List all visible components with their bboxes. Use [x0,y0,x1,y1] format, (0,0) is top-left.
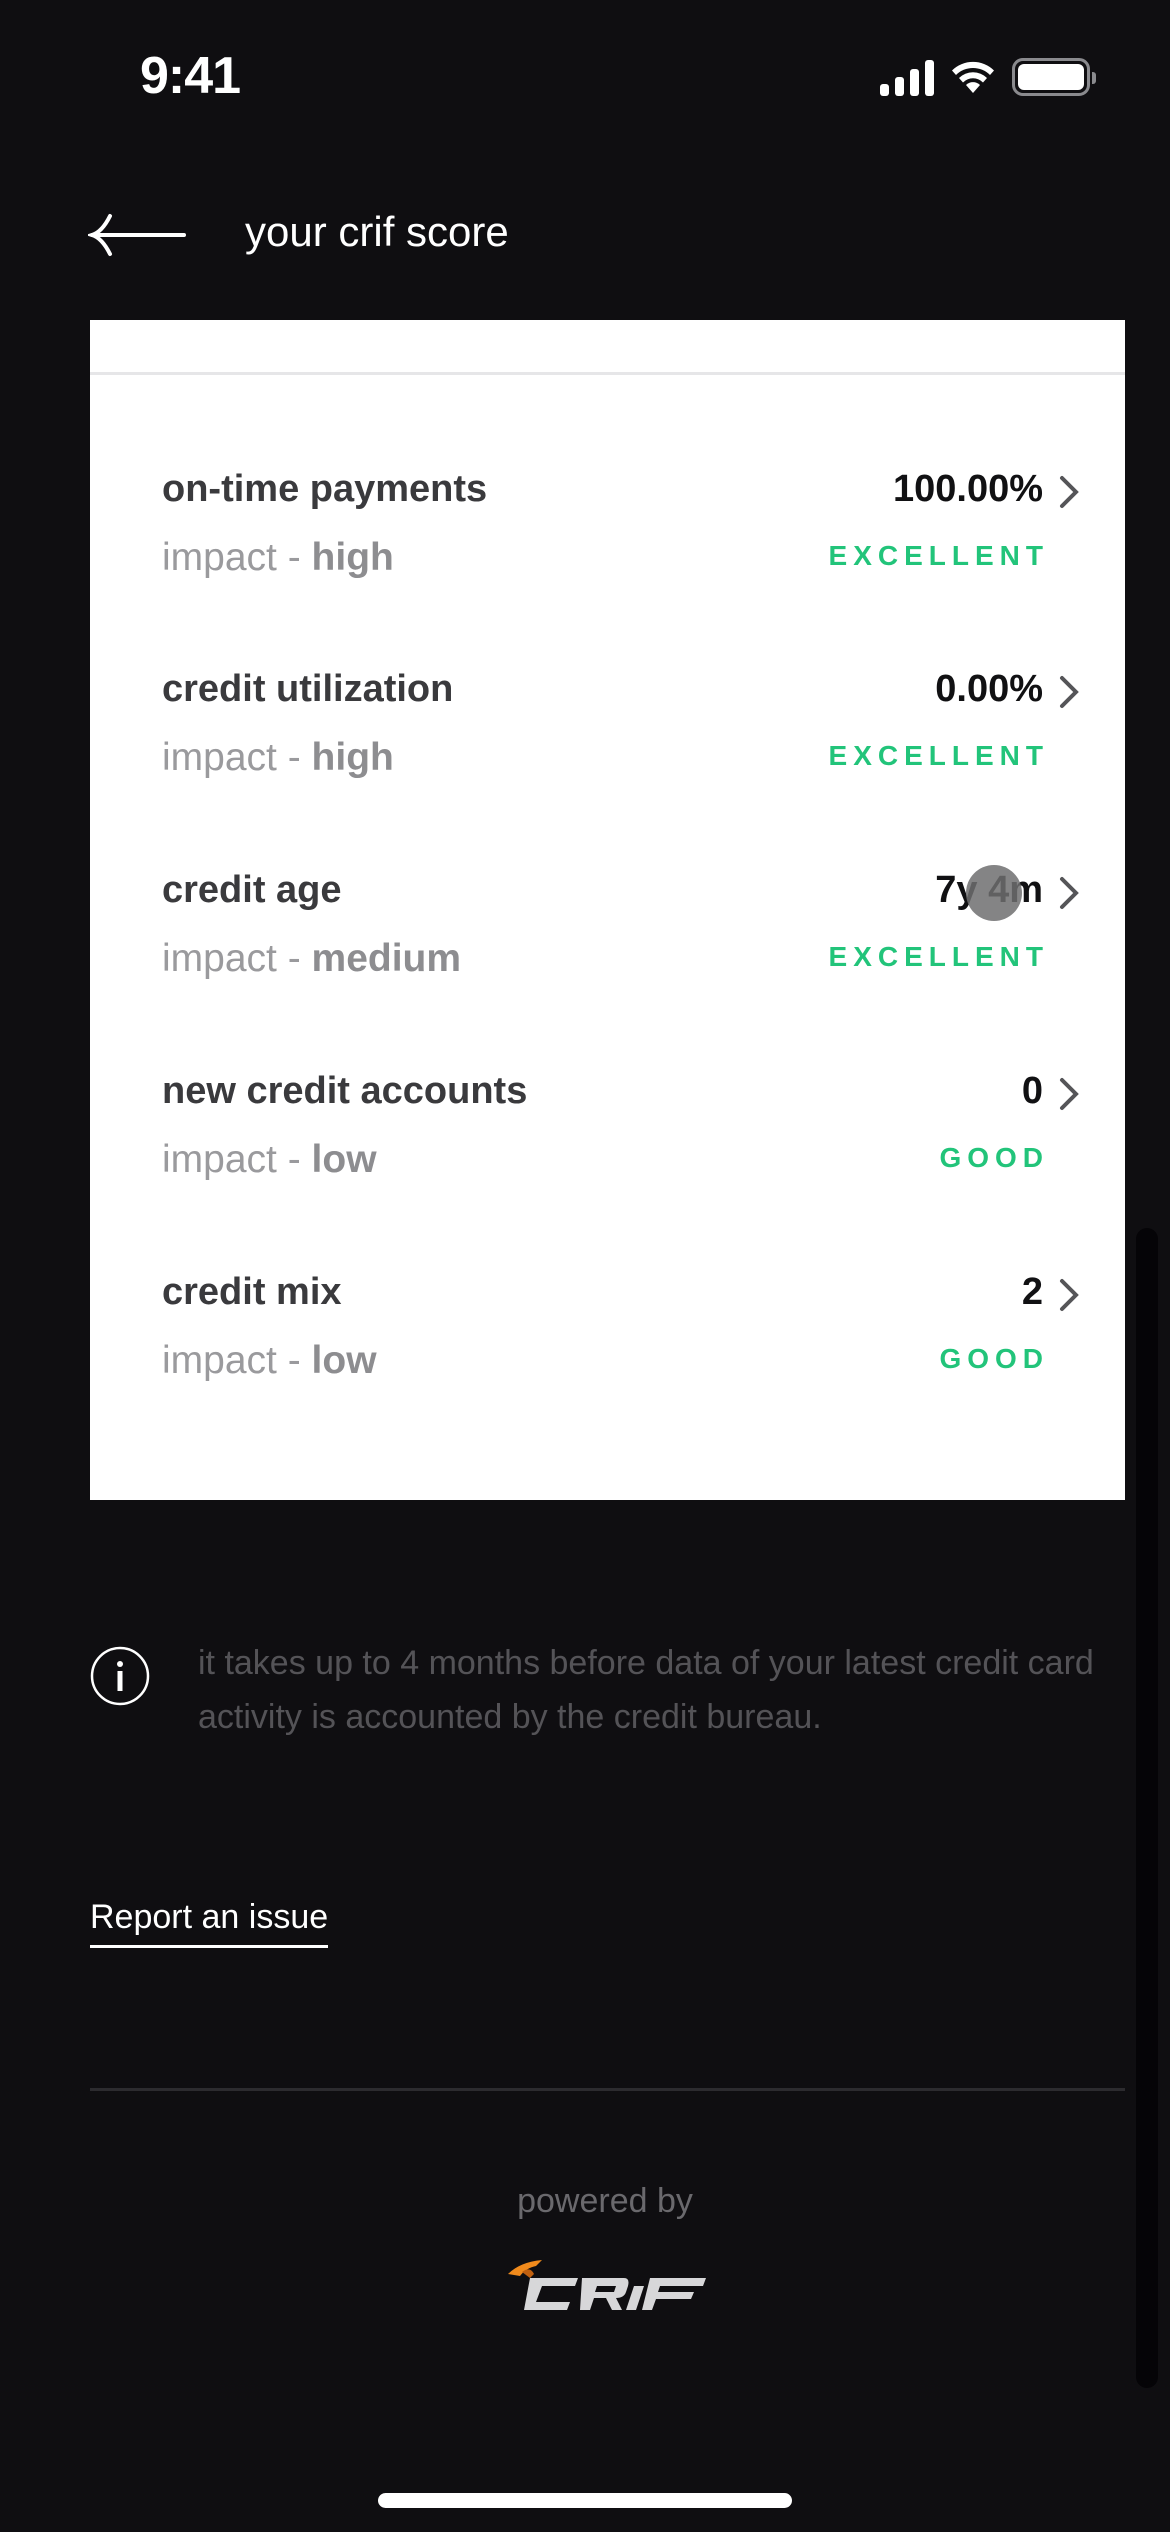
factor-impact: impact - medium [162,937,462,980]
card-divider [90,372,1125,375]
wifi-icon [952,61,994,93]
impact-level: medium [311,937,462,980]
report-issue-link[interactable]: Report an issue [90,1898,329,1948]
impact-level: high [311,536,394,579]
rating-badge: EXCELLENT [828,740,1049,771]
chevron-right-icon [1060,1078,1079,1110]
factor-row-credit-mix[interactable]: credit mix impact - low 2 GOOD [90,1271,1125,1411]
factor-name: credit utilization [162,668,454,710]
factor-value: 0.00% [935,668,1043,710]
rating-badge: EXCELLENT [828,540,1049,571]
cellular-signal-icon [880,58,934,96]
touch-indicator [966,865,1022,921]
factor-name: credit age [162,869,342,911]
factor-value: 0 [1021,1070,1043,1112]
factor-impact: impact - low [162,1339,377,1382]
status-bar: 9:41 [0,0,1170,150]
info-icon [90,1646,150,1706]
factor-row-new-credit-accounts[interactable]: new credit accounts impact - low 0 GOOD [90,1070,1125,1210]
factor-row-credit-utilization[interactable]: credit utilization impact - high 0.00% E… [90,668,1125,808]
info-note: it takes up to 4 months before data of y… [198,1644,1094,1736]
score-factors-card: on-time payments impact - high 100.00% E… [90,320,1125,1500]
back-button[interactable] [85,210,188,260]
battery-icon [1012,58,1096,96]
factor-value: 2 [1021,1271,1043,1313]
impact-level: high [311,736,394,779]
scrollbar[interactable] [1136,1228,1158,2388]
footer-divider [90,2088,1125,2091]
rating-badge: EXCELLENT [828,941,1049,972]
rating-badge: GOOD [939,1343,1049,1374]
chevron-right-icon [1060,676,1079,708]
chevron-right-icon [1060,476,1079,508]
impact-level: low [311,1339,377,1382]
status-icons [880,58,1096,96]
factor-row-on-time-payments[interactable]: on-time payments impact - high 100.00% E… [90,468,1125,608]
chevron-right-icon [1060,877,1079,909]
factor-name: credit mix [162,1271,342,1313]
chevron-right-icon [1060,1279,1079,1311]
page-title: your crif score [245,208,509,255]
crif-logo [508,2260,706,2310]
factor-impact: impact - high [162,736,394,779]
rating-badge: GOOD [939,1142,1049,1173]
arrow-left-icon [85,214,186,256]
home-indicator[interactable] [378,2493,792,2508]
factor-name: on-time payments [162,468,488,510]
factor-name: new credit accounts [162,1070,528,1112]
nav-bar: your crif score [0,190,1170,280]
factor-value: 100.00% [892,468,1043,510]
factor-impact: impact - low [162,1138,377,1181]
factor-impact: impact - high [162,536,394,579]
impact-level: low [311,1138,377,1181]
powered-by-label: powered by [517,2182,693,2220]
status-time: 9:41 [140,47,241,105]
